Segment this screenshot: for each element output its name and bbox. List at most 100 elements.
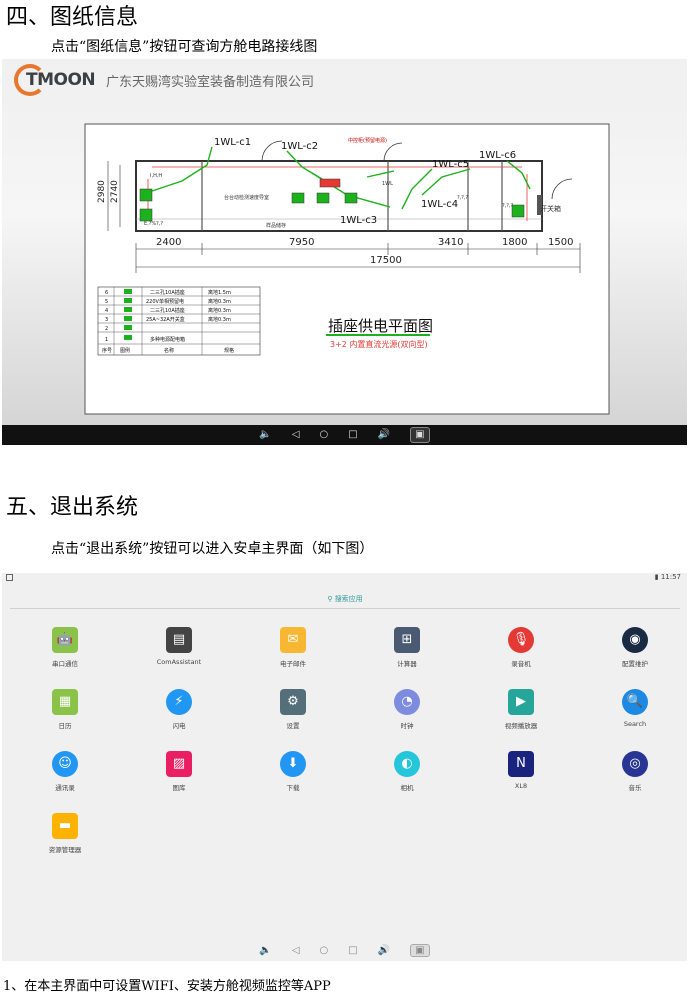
svg-text:3: 3 <box>105 317 108 323</box>
search-icon: ⚲ <box>327 595 333 603</box>
clock-icon: ◔ <box>394 689 420 715</box>
app-magnifier[interactable]: 🔍 Search <box>590 689 680 728</box>
android-icon: 🤖 <box>52 627 78 653</box>
download-icon: ⬇ <box>280 751 306 777</box>
circuit-label: 1WL-c1 <box>214 137 251 148</box>
app-cloud-bolt[interactable]: ⚡ 闪电 <box>134 689 224 730</box>
circuit-label: 1WL-c2 <box>281 141 318 152</box>
app-microphone[interactable]: 🎙 录音机 <box>476 627 566 668</box>
back-icon[interactable]: ◁ <box>292 945 300 956</box>
dimension-left: 2980 <box>97 180 107 203</box>
small-label: I,H,H <box>150 173 162 179</box>
app-label: Search <box>623 720 647 728</box>
app-label: 相机 <box>400 784 414 792</box>
workbench-label: 台台动检测速度导室 <box>224 194 269 201</box>
circuit-label: 1WL-c6 <box>479 150 516 161</box>
sample-room-label: 样品储存 <box>266 222 286 229</box>
app-label: 串口通信 <box>52 660 78 668</box>
aperture-icon: ◐ <box>394 751 420 777</box>
circuit-label: 1WL-c4 <box>421 199 458 210</box>
home-icon[interactable]: ○ <box>320 428 329 442</box>
middle-box-label: 中控柜(预留电源) <box>348 137 387 144</box>
brand-bar: TMOON 广东天赐湾实验室装备制造有限公司 <box>2 59 687 99</box>
screenshot-icon[interactable]: ▣ <box>410 427 430 443</box>
dimension-left: 2740 <box>110 180 120 203</box>
app-label: 电子邮件 <box>280 660 306 668</box>
app-label: 下载 <box>286 784 300 792</box>
app-aperture[interactable]: ◐ 相机 <box>362 751 452 792</box>
small-label: 1WL <box>382 181 393 187</box>
app-gear[interactable]: ⚙ 设置 <box>248 689 338 730</box>
screenshot-icon[interactable]: ▣ <box>410 943 430 957</box>
app-label: 闪电 <box>172 722 186 730</box>
circuit-label: 1WL-c5 <box>432 159 469 170</box>
dimension-bottom: 3410 <box>438 237 463 248</box>
calculator-icon: ⊞ <box>394 627 420 653</box>
video-player-icon: ▶ <box>508 689 534 715</box>
recents-icon[interactable]: □ <box>348 428 357 442</box>
svg-text:6: 6 <box>105 290 108 296</box>
app-label: 计算器 <box>397 660 417 668</box>
company-name: 广东天赐湾实验室装备制造有限公司 <box>106 75 315 90</box>
app-contacts[interactable]: ☺ 通讯录 <box>20 751 110 792</box>
dimension-bottom: 2400 <box>156 237 181 248</box>
dimension-bottom: 1800 <box>502 237 527 248</box>
app-clock[interactable]: ◔ 时钟 <box>362 689 452 730</box>
drawing-viewer-screenshot: TMOON 广东天赐湾实验室装备制造有限公司 1WL-c1 1WL-c2 1WL… <box>2 59 687 445</box>
chip-icon: ▤ <box>166 627 192 653</box>
svg-text:离地0.3m: 离地0.3m <box>208 316 231 323</box>
status-bar: ▮ 11:57 <box>2 573 687 585</box>
app-label: 录音机 <box>511 660 531 668</box>
gear-icon: ⚙ <box>280 689 306 715</box>
dimension-total: 17500 <box>370 255 402 266</box>
app-folder[interactable]: ▬ 资源管理器 <box>20 813 110 854</box>
small-label: ?,?,? <box>457 195 468 201</box>
app-calculator[interactable]: ⊞ 计算器 <box>362 627 452 668</box>
cloud-bolt-icon: ⚡ <box>166 689 192 715</box>
nfc-icon: N <box>508 751 534 777</box>
recents-icon[interactable]: □ <box>348 945 357 956</box>
app-label: 音乐 <box>628 784 642 792</box>
footer-note: 1、在本主界面中可设置WIFI、安装方舱视频监控等APP <box>3 979 331 994</box>
app-mail[interactable]: ✉ 电子邮件 <box>248 627 338 668</box>
app-chip[interactable]: ▤ ComAssistant <box>134 627 224 666</box>
back-icon[interactable]: ◁ <box>292 428 300 442</box>
app-label: 资源管理器 <box>48 846 82 854</box>
svg-text:二三孔10A插座: 二三孔10A插座 <box>150 307 185 314</box>
android-launcher-screenshot: ▮ 11:57 ⚲ 搜索应用 🤖 串口通信 ▤ ComAssistant ✉ 电子邮件 ⊞ 计… <box>2 573 687 961</box>
svg-text:25A~32A开关盒: 25A~32A开关盒 <box>146 316 185 323</box>
camera-lens-icon: ◉ <box>622 627 648 653</box>
notification-icon <box>6 574 13 581</box>
svg-text:二三孔10A插座: 二三孔10A插座 <box>150 289 185 296</box>
gallery-icon: ▨ <box>166 751 192 777</box>
volume-up-icon[interactable]: 🔊 <box>378 428 390 442</box>
app-search-bar[interactable]: ⚲ 搜索应用 <box>10 589 680 609</box>
app-calendar[interactable]: ▦ 日历 <box>20 689 110 730</box>
small-label: ?,?,? <box>502 203 513 209</box>
volume-down-icon[interactable]: 🔈 <box>259 428 271 442</box>
system-nav-bar: 🔈 ◁ ○ □ 🔊 ▣ <box>2 425 687 445</box>
svg-text:离地0.3m: 离地0.3m <box>208 298 231 305</box>
app-speaker[interactable]: ◎ 音乐 <box>590 751 680 792</box>
home-icon[interactable]: ○ <box>320 945 329 956</box>
volume-down-icon[interactable]: 🔈 <box>259 945 271 956</box>
status-time: 11:57 <box>660 573 681 581</box>
section-text-exit-system: 点击“退出系统”按钮可以进入安卓主界面（如下图） <box>51 541 374 557</box>
svg-text:4: 4 <box>105 308 108 314</box>
app-camera-lens[interactable]: ◉ 配置维护 <box>590 627 680 668</box>
app-android[interactable]: 🤖 串口通信 <box>20 627 110 668</box>
section-heading-drawing-info: 四、图纸信息 <box>6 5 139 30</box>
svg-text:图例: 图例 <box>120 347 130 354</box>
app-nfc[interactable]: N XL8 <box>476 751 566 790</box>
small-label: E,?%?,? <box>144 221 163 227</box>
volume-up-icon[interactable]: 🔊 <box>378 945 390 956</box>
app-video-player[interactable]: ▶ 视频播放器 <box>476 689 566 730</box>
app-label: ComAssistant <box>156 658 202 666</box>
app-download[interactable]: ⬇ 下载 <box>248 751 338 792</box>
calendar-icon: ▦ <box>52 689 78 715</box>
app-label: 日历 <box>58 722 72 730</box>
app-gallery[interactable]: ▨ 图库 <box>134 751 224 792</box>
svg-text:规格: 规格 <box>224 347 234 354</box>
app-label: 配置维护 <box>622 660 648 668</box>
system-nav-bar: 🔈 ◁ ○ □ 🔊 ▣ <box>2 939 687 961</box>
